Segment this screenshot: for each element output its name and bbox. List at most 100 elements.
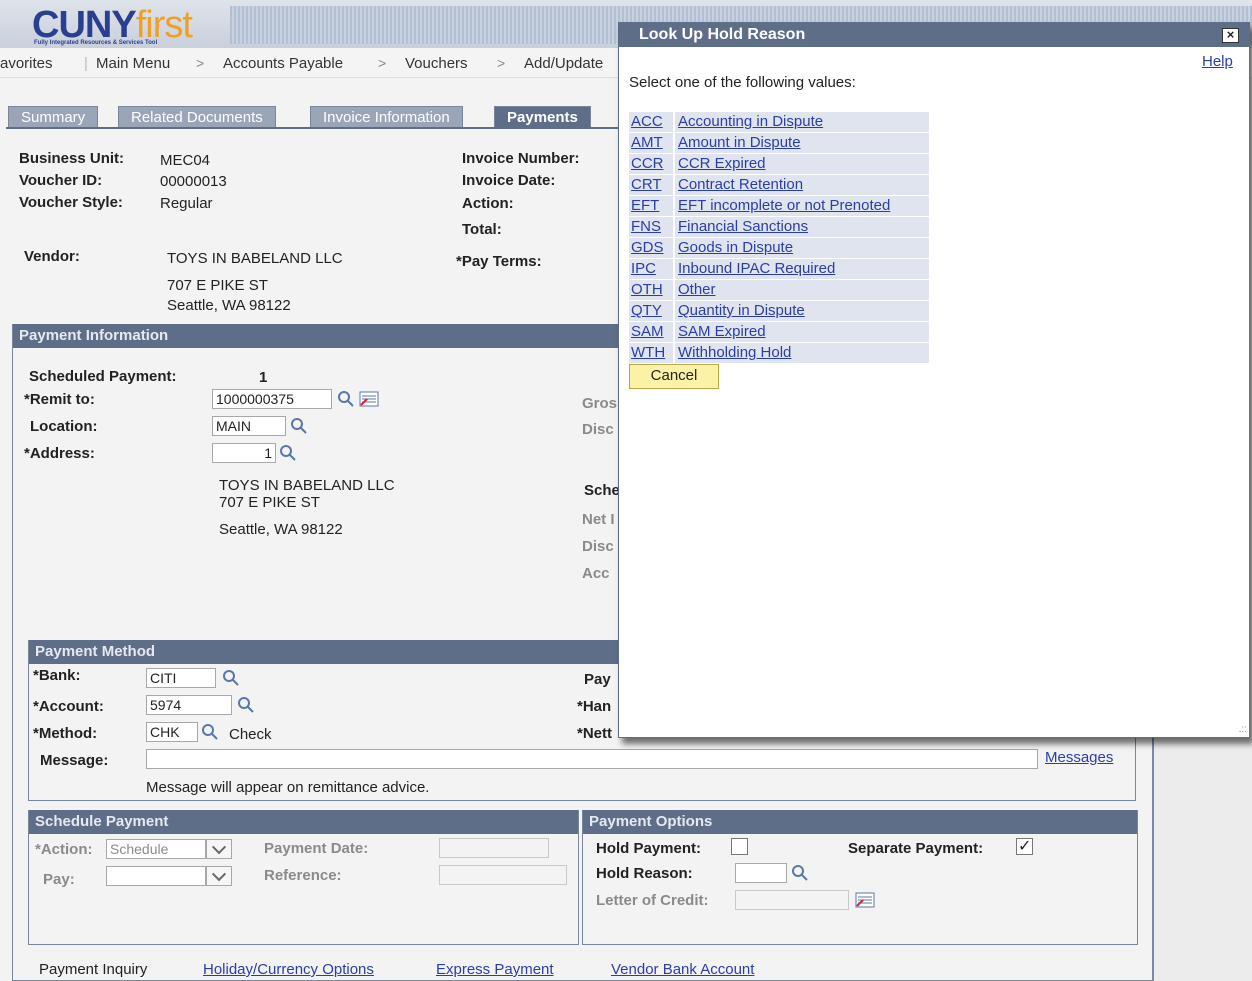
lookup-desc-link[interactable]: Contract Retention xyxy=(678,176,803,193)
lookup-row[interactable]: CCR CCR Expired xyxy=(629,154,929,174)
lookup-code-link[interactable]: QTY xyxy=(631,302,662,319)
hold-reason-input[interactable] xyxy=(735,863,787,883)
vendor-bank-account-link[interactable]: Vendor Bank Account xyxy=(611,961,754,978)
lookup-code-link[interactable]: FNS xyxy=(631,218,661,235)
lookup-desc-link[interactable]: SAM Expired xyxy=(678,323,766,340)
discount2-label: Disc xyxy=(582,538,614,555)
nav-vouchers[interactable]: Vouchers xyxy=(405,55,468,72)
express-payment-link[interactable]: Express Payment xyxy=(436,961,554,978)
nav-add-update[interactable]: Add/Update xyxy=(524,55,603,72)
net-label: Net I xyxy=(582,511,615,528)
tab-summary[interactable]: Summary xyxy=(8,106,99,128)
method-input[interactable]: CHK xyxy=(146,722,198,742)
lookup-desc-link[interactable]: Amount in Dispute xyxy=(678,134,801,151)
tab-payments[interactable]: Payments xyxy=(494,106,591,128)
lookup-desc-link[interactable]: EFT incomplete or not Prenoted xyxy=(678,197,890,214)
lookup-desc-link[interactable]: Withholding Hold xyxy=(678,344,791,361)
lookup-code-link[interactable]: GDS xyxy=(631,239,664,256)
modal-title: Look Up Hold Reason xyxy=(619,23,1249,47)
hold-payment-label: Hold Payment: xyxy=(596,840,702,857)
lookup-code-link[interactable]: OTH xyxy=(631,281,663,298)
business-unit-label: Business Unit: xyxy=(19,150,125,167)
search-icon[interactable] xyxy=(222,669,240,687)
handling-label-partial: *Han xyxy=(577,698,612,715)
search-icon[interactable] xyxy=(337,390,355,408)
search-icon[interactable] xyxy=(791,864,809,882)
remit-to-input[interactable]: 1000000375 xyxy=(212,389,332,409)
scheduled-label: Sche xyxy=(584,482,620,499)
lookup-desc-link[interactable]: Other xyxy=(678,281,716,298)
lookup-row[interactable]: QTY Quantity in Dispute xyxy=(629,301,929,321)
pay-terms-label: *Pay Terms: xyxy=(456,253,542,270)
payment-date-input[interactable] xyxy=(439,838,549,858)
lookup-desc-link[interactable]: Inbound IPAC Required xyxy=(678,260,835,277)
lookup-code-link[interactable]: WTH xyxy=(631,344,665,361)
lookup-code-link[interactable]: EFT xyxy=(631,197,659,214)
reference-label: Reference: xyxy=(264,867,342,884)
action-label: Action: xyxy=(462,195,514,212)
bank-input[interactable]: CITI xyxy=(146,668,216,688)
lookup-code-link[interactable]: CCR xyxy=(631,155,664,172)
schedule-pay-select[interactable] xyxy=(106,866,206,886)
lookup-code-link[interactable]: ACC xyxy=(631,113,663,130)
lookup-row[interactable]: GDS Goods in Dispute xyxy=(629,238,929,258)
scheduled-payment-value: 1 xyxy=(259,369,268,386)
tab-invoice-information[interactable]: Invoice Information xyxy=(310,106,463,128)
help-link[interactable]: Help xyxy=(1202,53,1233,70)
nav-main-menu[interactable]: Main Menu xyxy=(96,55,170,72)
location-input[interactable]: MAIN xyxy=(212,416,286,436)
lookup-desc-link[interactable]: Financial Sanctions xyxy=(678,218,808,235)
cell-divider xyxy=(673,175,675,195)
search-icon[interactable] xyxy=(237,696,255,714)
cell-divider xyxy=(673,112,675,132)
lookup-code-link[interactable]: CRT xyxy=(631,176,662,193)
nav-favorites[interactable]: avorites xyxy=(0,55,53,72)
search-icon[interactable] xyxy=(201,723,219,741)
nav-divider: | xyxy=(84,55,88,72)
account-input[interactable]: 5974 xyxy=(146,695,232,715)
vendor-address-line1: 707 E PIKE ST xyxy=(167,277,268,294)
cell-divider xyxy=(673,196,675,216)
chevron-down-icon[interactable] xyxy=(206,839,232,859)
search-icon[interactable] xyxy=(279,444,297,462)
address-input[interactable]: 1 xyxy=(212,443,276,463)
account-label-partial: Acc xyxy=(582,565,610,582)
reference-input[interactable] xyxy=(439,865,567,885)
lookup-desc-link[interactable]: Accounting in Dispute xyxy=(678,113,823,130)
cancel-button[interactable]: Cancel xyxy=(629,364,719,389)
lookup-row[interactable]: EFT EFT incomplete or not Prenoted xyxy=(629,196,929,216)
holiday-currency-options-link[interactable]: Holiday/Currency Options xyxy=(203,961,374,978)
vendor-label: Vendor: xyxy=(24,248,80,265)
lookup-row[interactable]: IPC Inbound IPAC Required xyxy=(629,259,929,279)
lookup-code-link[interactable]: AMT xyxy=(631,134,663,151)
lookup-row[interactable]: FNS Financial Sanctions xyxy=(629,217,929,237)
lookup-row[interactable]: CRT Contract Retention xyxy=(629,175,929,195)
nav-accounts-payable[interactable]: Accounts Payable xyxy=(223,55,343,72)
close-icon[interactable]: × xyxy=(1222,28,1239,43)
lookup-row[interactable]: SAM SAM Expired xyxy=(629,322,929,342)
lookup-row[interactable]: ACC Accounting in Dispute xyxy=(629,112,929,132)
chevron-down-icon[interactable] xyxy=(206,866,232,886)
hold-payment-checkbox[interactable] xyxy=(731,838,748,855)
lookup-desc-link[interactable]: Goods in Dispute xyxy=(678,239,793,256)
lookup-code-link[interactable]: IPC xyxy=(631,260,656,277)
message-note: Message will appear on remittance advice… xyxy=(146,779,430,796)
lookup-row[interactable]: AMT Amount in Dispute xyxy=(629,133,929,153)
remit-to-label: *Remit to: xyxy=(24,391,95,408)
vendor-detail-icon[interactable] xyxy=(359,391,379,407)
lookup-desc-link[interactable]: Quantity in Dispute xyxy=(678,302,805,319)
lookup-row[interactable]: WTH Withholding Hold xyxy=(629,343,929,363)
lookup-desc-link[interactable]: CCR Expired xyxy=(678,155,766,172)
lookup-code-link[interactable]: SAM xyxy=(631,323,664,340)
search-icon[interactable] xyxy=(290,417,308,435)
letter-of-credit-input[interactable] xyxy=(735,890,849,910)
resize-grip-icon[interactable]: .:: xyxy=(1239,724,1247,735)
message-input[interactable] xyxy=(146,749,1038,769)
lookup-row[interactable]: OTH Other xyxy=(629,280,929,300)
tab-related-documents[interactable]: Related Documents xyxy=(118,106,276,128)
nav-separator: > xyxy=(497,55,506,71)
schedule-action-select[interactable]: Schedule xyxy=(106,839,206,859)
separate-payment-checkbox[interactable] xyxy=(1016,836,1033,856)
messages-link[interactable]: Messages xyxy=(1045,749,1113,766)
lookup-detail-icon[interactable] xyxy=(855,892,875,908)
